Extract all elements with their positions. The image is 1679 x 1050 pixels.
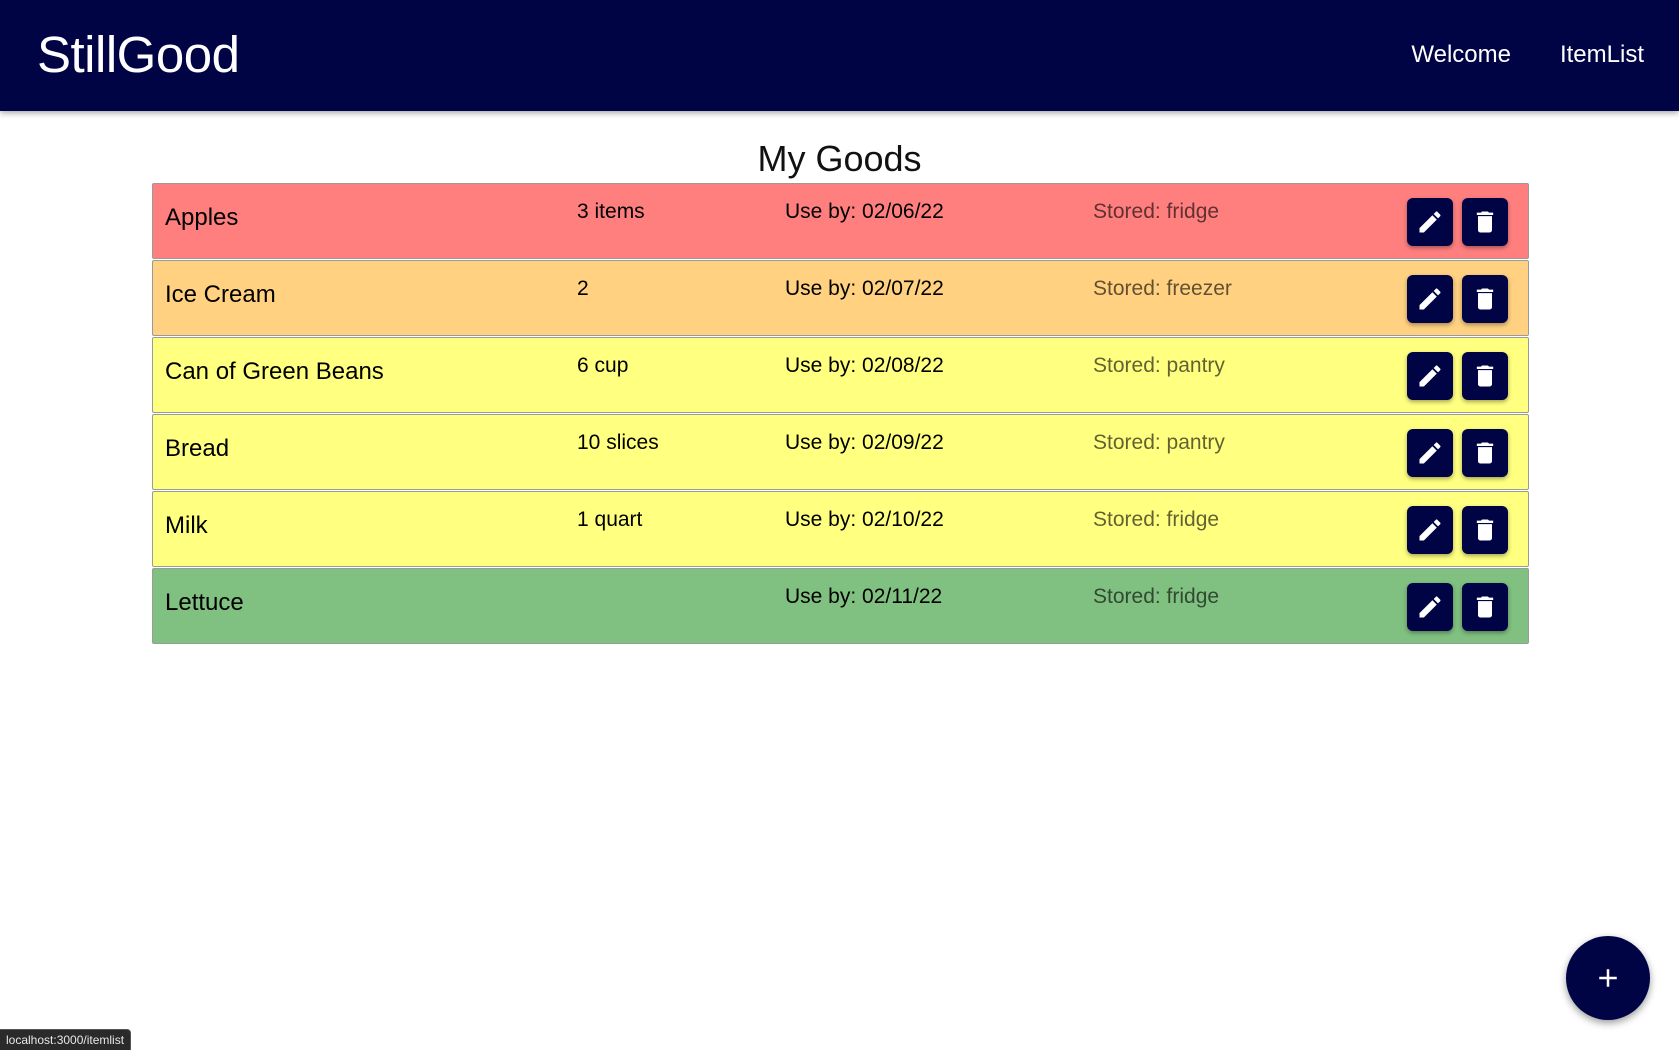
- list-item: Apples 3 items Use by: 02/06/22 Stored: fri…: [152, 183, 1529, 259]
- item-use-by: Use by: 02/07/22: [785, 277, 944, 300]
- item-quantity: 2: [577, 277, 589, 300]
- pencil-icon: [1419, 365, 1441, 387]
- brand-title[interactable]: StillGood: [37, 24, 240, 86]
- goods-list: Apples 3 items Use by: 02/06/22 Stored: fri…: [152, 183, 1529, 645]
- trash-icon: [1476, 365, 1494, 387]
- trash-icon: [1476, 519, 1494, 541]
- edit-item-button[interactable]: [1407, 275, 1453, 323]
- item-name: Milk: [165, 512, 208, 539]
- edit-item-button[interactable]: [1407, 506, 1453, 554]
- item-quantity: 3 items: [577, 200, 645, 223]
- list-item: Lettuce Use by: 02/11/22 Stored: fridge: [152, 568, 1529, 644]
- edit-item-button[interactable]: [1407, 583, 1453, 631]
- item-name: Apples: [165, 204, 239, 231]
- delete-item-button[interactable]: [1462, 583, 1508, 631]
- pencil-icon: [1419, 442, 1441, 464]
- item-use-by: Use by: 02/11/22: [785, 585, 943, 608]
- item-use-by: Use by: 02/06/22: [785, 200, 944, 223]
- item-stored: Stored: fridge: [1093, 508, 1220, 531]
- pencil-icon: [1419, 288, 1441, 310]
- delete-item-button[interactable]: [1462, 506, 1508, 554]
- pencil-icon: [1419, 519, 1441, 541]
- app-bar: StillGood Welcome ItemList: [0, 0, 1679, 111]
- item-name: Lettuce: [165, 589, 244, 616]
- nav-links: Welcome ItemList: [1411, 37, 1644, 73]
- edit-item-button[interactable]: [1407, 429, 1453, 477]
- edit-item-button[interactable]: [1407, 352, 1453, 400]
- delete-item-button[interactable]: [1462, 429, 1508, 477]
- item-stored: Stored: fridge: [1093, 585, 1220, 608]
- list-item: Milk 1 quart Use by: 02/10/22 Stored: fridg…: [152, 491, 1529, 567]
- list-item: Can of Green Beans 6 cup Use by: 02/08/22 S…: [152, 337, 1529, 413]
- item-use-by: Use by: 02/08/22: [785, 354, 944, 377]
- trash-icon: [1476, 442, 1494, 464]
- trash-icon: [1476, 288, 1494, 310]
- trash-icon: [1476, 596, 1494, 618]
- pencil-icon: [1419, 211, 1441, 233]
- item-name: Ice Cream: [165, 281, 276, 308]
- nav-link-welcome[interactable]: Welcome: [1411, 37, 1511, 73]
- item-name: Bread: [165, 435, 230, 462]
- item-stored: Stored: fridge: [1093, 200, 1220, 223]
- item-quantity: 6 cup: [577, 354, 629, 377]
- item-quantity: 1 quart: [577, 508, 643, 531]
- delete-item-button[interactable]: [1462, 275, 1508, 323]
- add-item-button[interactable]: [1566, 936, 1650, 1020]
- pencil-icon: [1419, 596, 1441, 618]
- edit-item-button[interactable]: [1407, 198, 1453, 246]
- trash-icon: [1476, 211, 1494, 233]
- delete-item-button[interactable]: [1462, 352, 1508, 400]
- item-stored: Stored: pantry: [1093, 431, 1225, 454]
- item-name: Can of Green Beans: [165, 358, 384, 385]
- list-item: Bread 10 slices Use by: 02/09/22 Stored: pa…: [152, 414, 1529, 490]
- status-bar-url: localhost:3000/itemlist: [0, 1029, 132, 1050]
- item-use-by: Use by: 02/10/22: [785, 508, 944, 531]
- plus-icon: [1599, 969, 1617, 987]
- page-title: My Goods: [757, 138, 922, 179]
- list-item: Ice Cream 2 Use by: 02/07/22 Stored: freeze…: [152, 260, 1529, 336]
- item-stored: Stored: freezer: [1093, 277, 1232, 300]
- item-stored: Stored: pantry: [1093, 354, 1225, 377]
- delete-item-button[interactable]: [1462, 198, 1508, 246]
- nav-link-itemlist[interactable]: ItemList: [1560, 37, 1644, 73]
- item-quantity: 10 slices: [577, 431, 659, 454]
- item-use-by: Use by: 02/09/22: [785, 431, 944, 454]
